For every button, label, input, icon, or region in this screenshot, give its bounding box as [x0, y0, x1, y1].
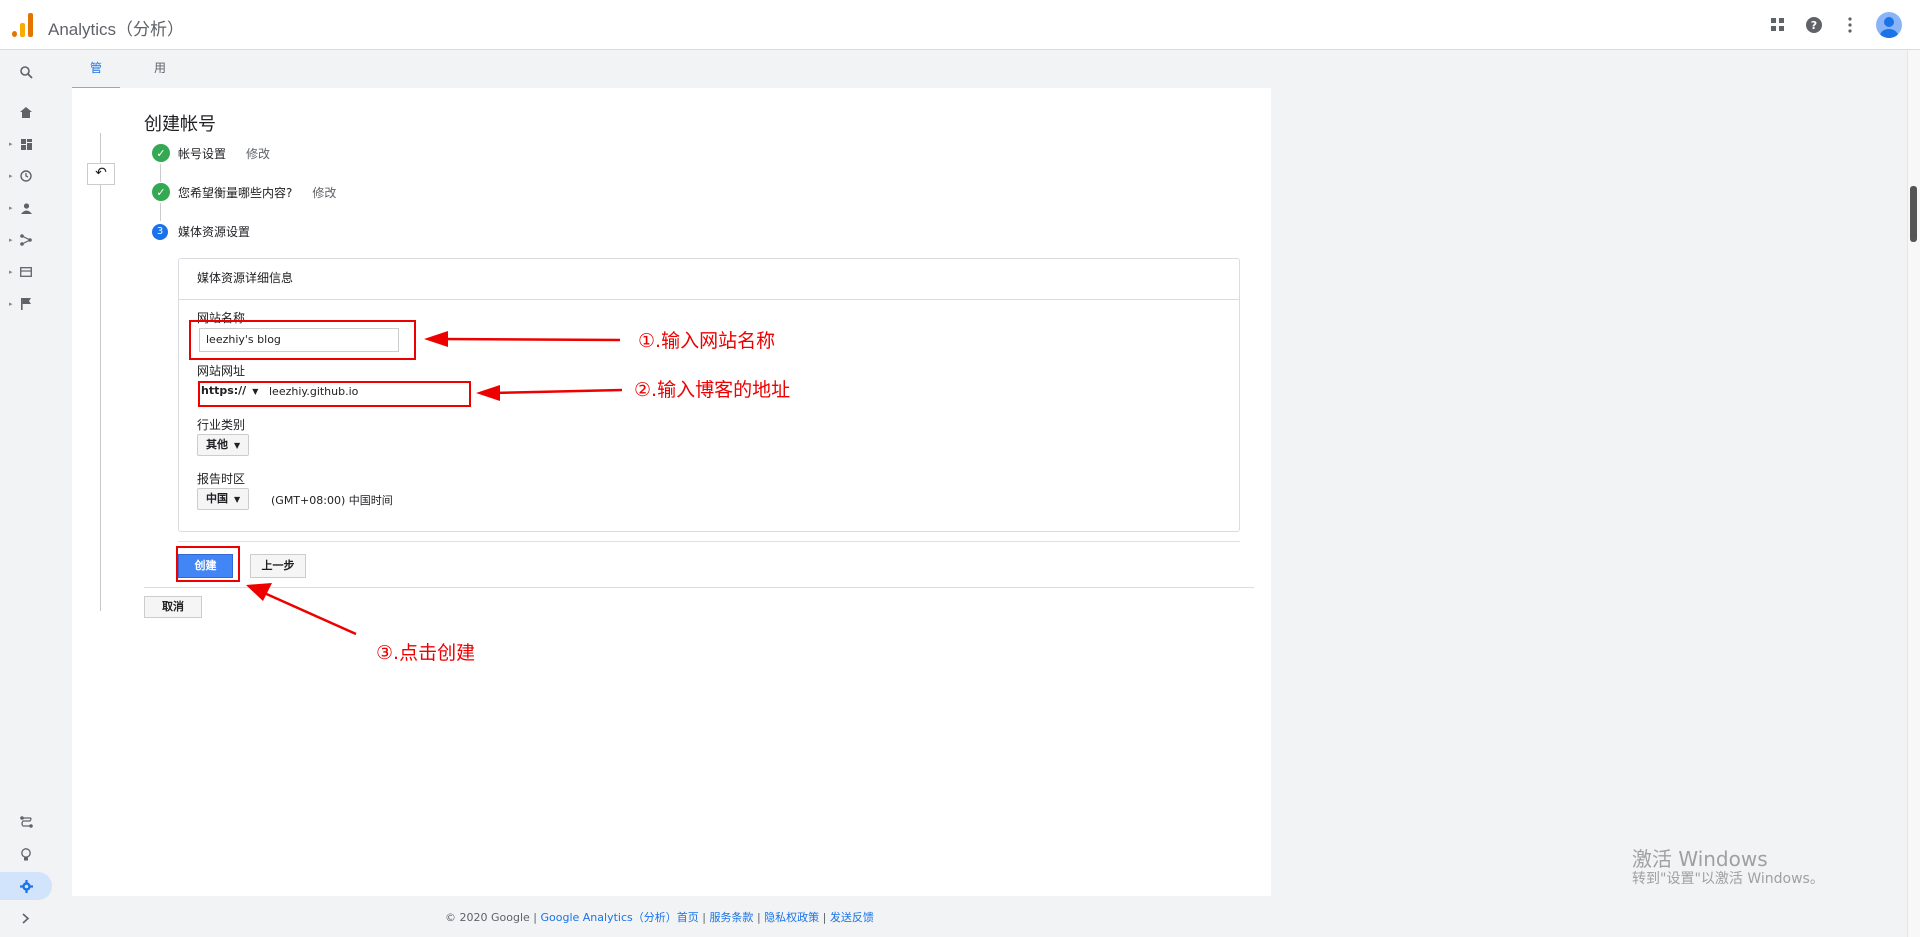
- step-label: 您希望衡量哪些内容?: [178, 185, 293, 200]
- edit-link[interactable]: 修改: [246, 145, 270, 162]
- dashboard-icon[interactable]: ▸: [0, 130, 52, 158]
- acquisition-icon[interactable]: ▸: [0, 226, 52, 254]
- top-bar: Analytics（分析） ?: [0, 0, 1920, 50]
- divider: [178, 541, 1240, 542]
- annotation-step-3: ③.点击创建: [376, 642, 476, 664]
- tab-admin[interactable]: 管理: [72, 50, 121, 111]
- page-title: 创建帐号: [144, 114, 216, 135]
- step-account-settings: ✓ 帐号设置 修改: [152, 144, 270, 162]
- copyright: © 2020 Google |: [445, 911, 541, 924]
- step-connector: [160, 203, 161, 221]
- country-value: 中国: [206, 492, 228, 505]
- footer-link-terms[interactable]: 服务条款: [709, 911, 753, 924]
- person-icon[interactable]: ▸: [0, 194, 52, 222]
- step-number-badge: 3: [152, 223, 168, 240]
- chevron-down-icon: ▼: [234, 495, 241, 504]
- attribution-icon[interactable]: [0, 808, 52, 836]
- check-icon: ✓: [152, 183, 170, 201]
- clock-icon[interactable]: ▸: [0, 162, 52, 190]
- footer-sep: |: [822, 911, 830, 924]
- industry-dropdown[interactable]: 其他 ▼: [197, 434, 250, 456]
- lightbulb-icon[interactable]: [0, 840, 52, 868]
- step-connector: [160, 164, 161, 182]
- left-nav: ▸ ▸ ▸ ▸ ▸ ▸: [0, 50, 52, 937]
- site-url-label: 网站网址: [197, 364, 246, 378]
- app-title: Analytics（分析）: [48, 20, 185, 39]
- footer-link-privacy[interactable]: 隐私权政策: [764, 911, 819, 924]
- expand-icon[interactable]: [0, 904, 52, 932]
- windows-watermark-subtitle: 转到"设置"以激活 Windows。: [1632, 871, 1824, 887]
- scrollbar-thumb[interactable]: [1910, 186, 1917, 242]
- home-icon[interactable]: [0, 98, 52, 126]
- gear-icon[interactable]: [0, 872, 52, 900]
- highlight-site-name: [189, 320, 416, 360]
- timezone-value: (GMT+08:00) 中国时间: [271, 494, 393, 507]
- card-title: 媒体资源详细信息: [179, 259, 1239, 300]
- footer-link-feedback[interactable]: 发送反馈: [830, 911, 874, 924]
- create-button[interactable]: 创建: [178, 554, 233, 578]
- main-panel: ↶ 创建帐号 ✓ 帐号设置 修改 ✓ 您希望衡量哪些内容? 修改 3 媒体资源设…: [72, 88, 1271, 896]
- industry-label: 行业类别: [197, 418, 246, 432]
- analytics-logo[interactable]: [12, 13, 34, 37]
- step-label: 帐号设置: [178, 146, 227, 161]
- step-label: 媒体资源设置: [178, 225, 251, 239]
- search-icon[interactable]: [0, 58, 52, 86]
- cancel-button[interactable]: 取消: [144, 596, 202, 618]
- behavior-icon[interactable]: ▸: [0, 258, 52, 286]
- more-icon[interactable]: [1840, 15, 1860, 35]
- apps-icon[interactable]: [1768, 15, 1788, 35]
- step-measure: ✓ 您希望衡量哪些内容? 修改: [152, 183, 336, 201]
- footer-link-home[interactable]: Google Analytics（分析）首页: [540, 911, 698, 924]
- back-arrow-icon[interactable]: ↶: [87, 163, 115, 185]
- annotation-step-2: ②.输入博客的地址: [634, 379, 791, 401]
- tab-user[interactable]: 用户: [136, 50, 184, 111]
- previous-button[interactable]: 上一步: [250, 554, 306, 578]
- svg-text:?: ?: [1811, 19, 1817, 32]
- industry-value: 其他: [206, 438, 228, 451]
- edit-link[interactable]: 修改: [312, 184, 336, 201]
- highlight-site-url: [198, 381, 471, 407]
- back-rail: [100, 133, 101, 611]
- chevron-down-icon: ▼: [234, 441, 241, 450]
- footer: © 2020 Google | Google Analytics（分析）首页 |…: [445, 909, 874, 925]
- annotation-step-1: ①.输入网站名称: [638, 330, 776, 352]
- country-dropdown[interactable]: 中国 ▼: [197, 488, 250, 510]
- divider: [144, 587, 1254, 588]
- avatar[interactable]: [1876, 12, 1902, 38]
- timezone-label: 报告时区: [197, 472, 246, 486]
- flag-icon[interactable]: ▸: [0, 290, 52, 318]
- page-scrollbar[interactable]: [1907, 50, 1920, 937]
- step-property-settings: 3 媒体资源设置: [152, 223, 250, 240]
- check-icon: ✓: [152, 144, 170, 162]
- help-icon[interactable]: ?: [1804, 15, 1824, 35]
